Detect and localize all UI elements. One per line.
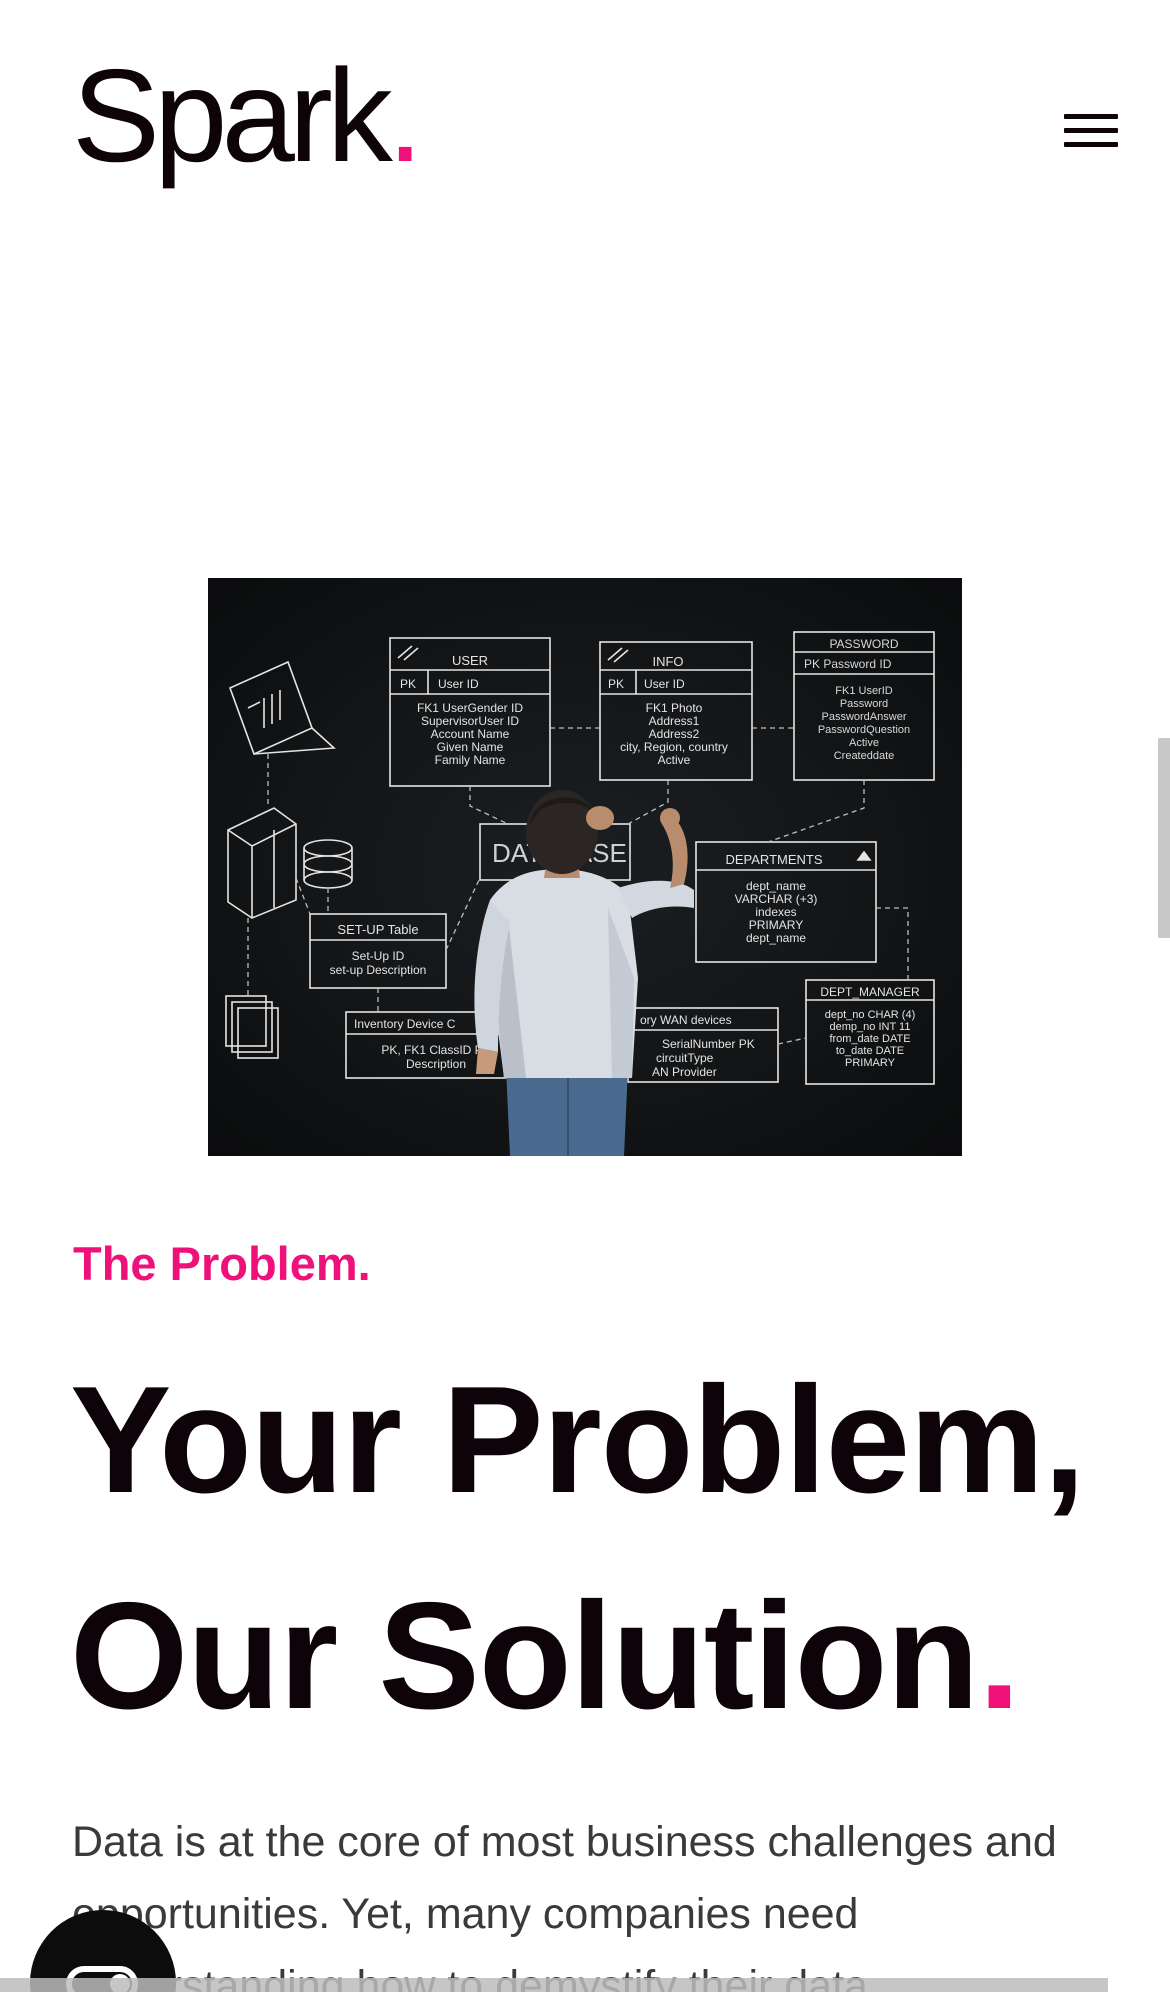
wan-table-title: ory WAN devices [640,1013,732,1027]
info-field: FK1 Photo [646,701,703,715]
inventory-field: Description [406,1057,466,1071]
headline-dot: . [978,1571,1020,1741]
password-field: PasswordQuestion [818,724,910,736]
wan-field: SerialNumber PK [662,1037,755,1051]
password-field: Active [849,737,879,749]
dept-manager-field: to_date DATE [836,1045,904,1057]
password-field: Createddate [834,750,895,762]
logo-text: Spark [72,42,393,189]
departments-field: dept_name [746,879,806,893]
info-table-id: User ID [644,677,685,691]
bottom-scrollbar[interactable] [0,1978,1108,1992]
setup-table-title: SET-UP Table [337,922,418,937]
headline-line-1: Your Problem, [70,1355,1086,1525]
departments-field: VARCHAR (+3) [735,892,818,906]
wan-field: circuitType [656,1051,714,1065]
user-table-id: User ID [438,677,479,691]
logo-dot: . [386,42,424,189]
inventory-table-title: Inventory Device C [354,1017,456,1031]
page: Spark. USER PK User ID FK1 UserGender ID… [0,0,1170,1992]
password-field: PasswordAnswer [822,711,907,723]
dept-manager-field: demp_no INT 11 [830,1021,911,1033]
dept-manager-field: dept_no CHAR (4) [825,1009,916,1021]
info-table-title: INFO [652,654,683,669]
password-table-pk: PK Password ID [804,657,892,671]
departments-field: dept_name [746,931,806,945]
info-table-pk: PK [608,677,624,691]
dept-manager-table-title: DEPT_MANAGER [820,985,920,999]
password-field: FK1 UserID [835,685,893,697]
headline-line-2: Our Solution. [70,1548,1085,1764]
menu-bar [1064,114,1118,119]
hero-image: USER PK User ID FK1 UserGender ID Superv… [208,578,962,1156]
user-field: Family Name [435,753,506,767]
scrollbar-thumb[interactable] [1158,738,1170,938]
departments-field: PRIMARY [749,918,803,932]
user-field: Account Name [431,727,510,741]
password-field: Password [840,698,888,710]
user-field: FK1 UserGender ID [417,701,523,715]
hamburger-menu-icon[interactable] [1062,110,1120,152]
info-field: city, Region, country [620,740,728,754]
section-eyebrow: The Problem. [73,1237,371,1290]
wan-field: AN Provider [652,1065,717,1079]
info-field: Active [658,753,691,767]
departments-table-title: DEPARTMENTS [725,852,822,867]
setup-field: Set-Up ID [352,949,405,963]
dept-manager-field: from_date DATE [829,1033,910,1045]
password-table-title: PASSWORD [829,637,898,651]
brand-logo[interactable]: Spark. [72,50,424,182]
section-body: Data is at the core of most business cha… [72,1818,1057,1992]
user-field: Given Name [437,740,504,754]
departments-field: indexes [755,905,796,919]
menu-bar [1064,142,1118,147]
info-field: Address2 [649,727,700,741]
inventory-field: PK, FK1 ClassID PK [381,1043,490,1057]
dept-manager-field: PRIMARY [845,1057,896,1069]
user-table-title: USER [452,653,488,668]
headline-line-2-text: Our Solution [70,1571,979,1741]
user-table-pk: PK [400,677,416,691]
setup-field: set-up Description [330,963,427,977]
user-field: SupervisorUser ID [421,714,519,728]
menu-bar [1064,128,1118,133]
section-headline: Your Problem, Our Solution. [70,1332,1086,1764]
info-field: Address1 [649,714,700,728]
